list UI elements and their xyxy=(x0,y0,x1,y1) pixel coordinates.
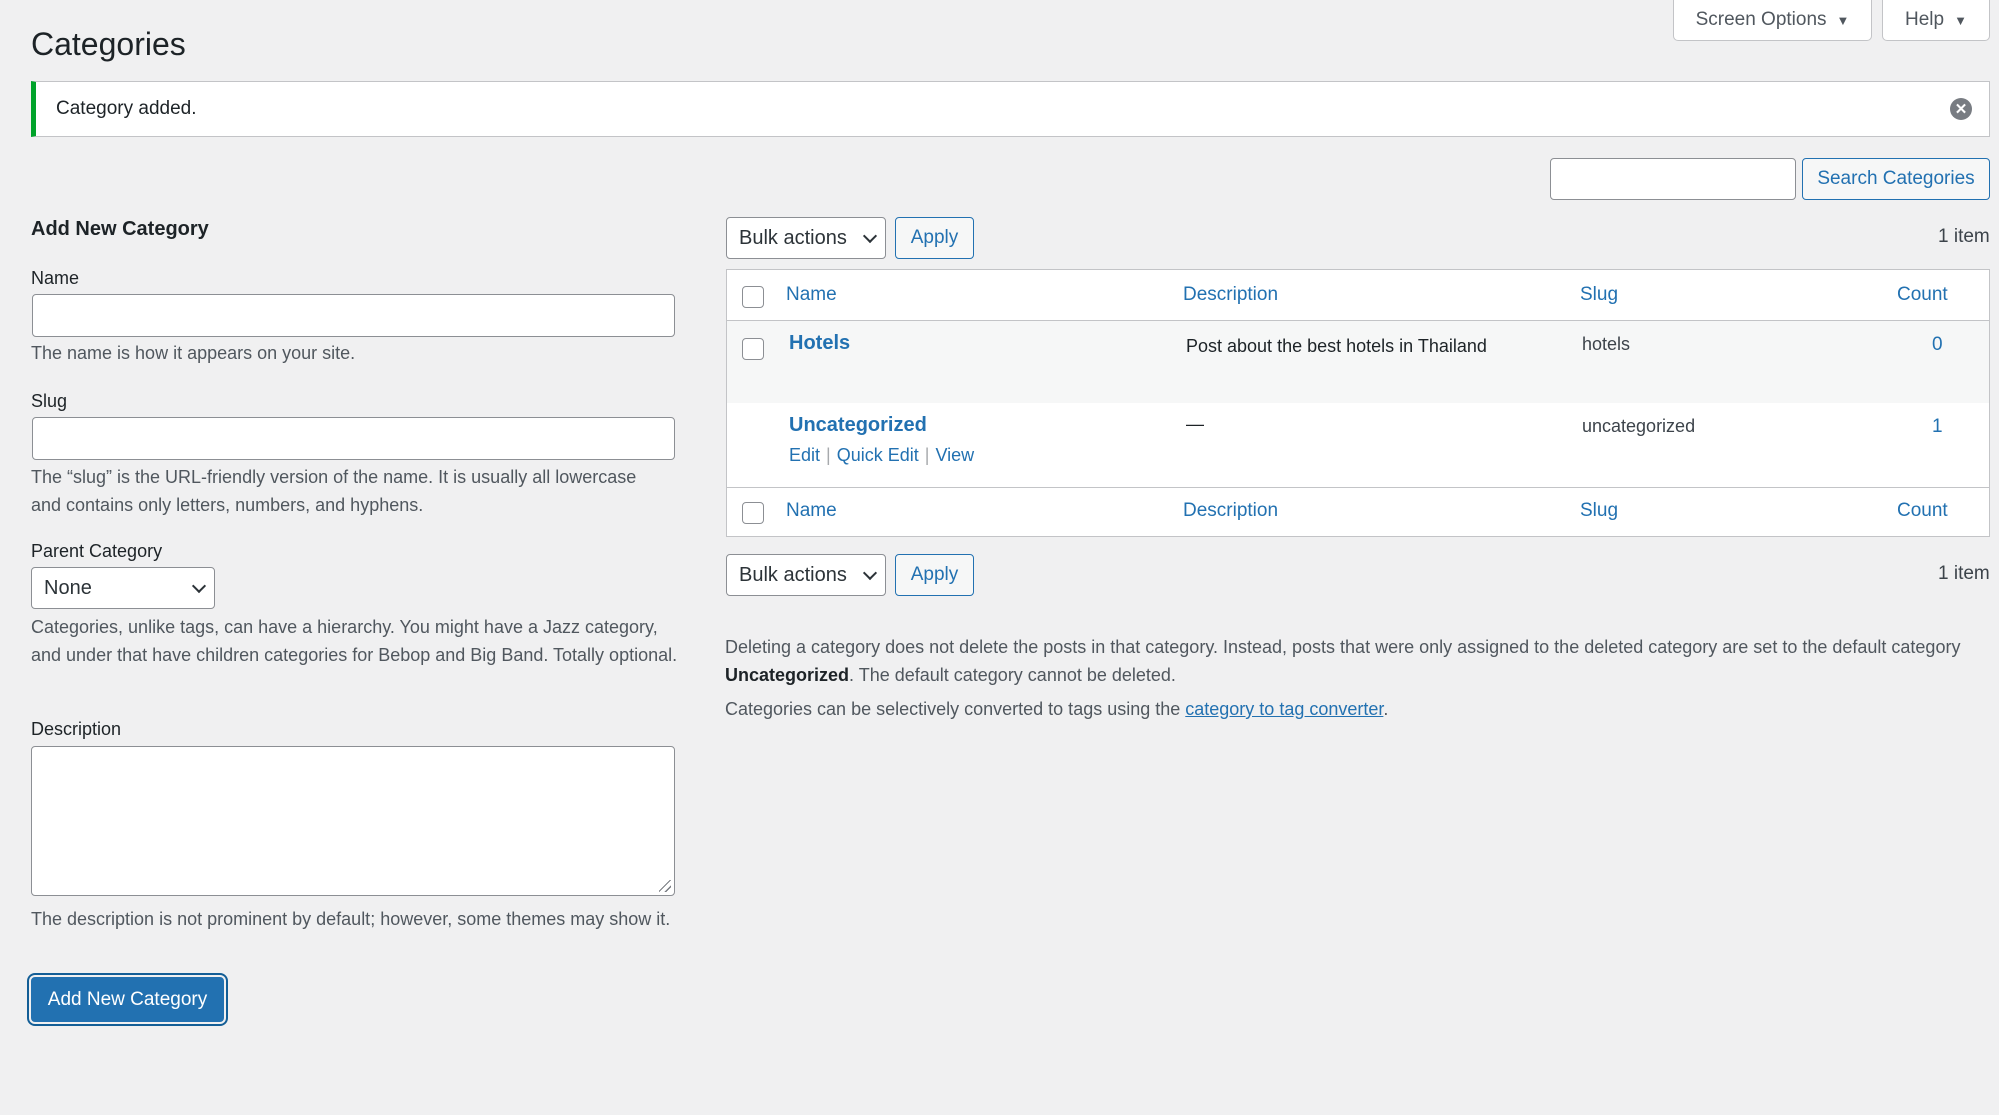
description-help: The description is not prominent by defa… xyxy=(31,909,671,929)
slug-label: Slug xyxy=(31,391,68,411)
category-slug: hotels xyxy=(1582,334,1631,354)
table-header-row: Name Description Slug Count xyxy=(727,270,1989,321)
table-row: Uncategorized Edit | Quick Edit | View —… xyxy=(727,403,1989,487)
add-new-category-button[interactable]: Add New Category xyxy=(31,977,224,1022)
apply-button-bottom[interactable]: Apply xyxy=(895,554,974,596)
chevron-down-icon xyxy=(862,228,878,244)
help-label: Help xyxy=(1905,9,1945,30)
chevron-down-icon xyxy=(191,578,207,594)
category-name-link[interactable]: Hotels xyxy=(789,332,850,355)
category-description: Post about the best hotels in Thailand xyxy=(1186,336,1487,356)
name-label: Name xyxy=(31,268,80,288)
default-category-name: Uncategorized xyxy=(725,665,850,685)
caret-down-icon: ▼ xyxy=(1954,12,1967,28)
notice-message: Category added. xyxy=(56,98,197,119)
select-all-checkbox[interactable] xyxy=(742,286,764,308)
description-textarea[interactable] xyxy=(31,746,675,896)
parent-category-value: None xyxy=(44,576,92,599)
delete-note-text-end: . The default category cannot be deleted… xyxy=(849,665,1176,685)
description-label: Description xyxy=(31,719,122,739)
category-count-link[interactable]: 1 xyxy=(1932,416,1943,438)
convert-note-text: Categories can be selectively converted … xyxy=(725,699,1186,719)
slug-help: The “slug” is the URL-friendly version o… xyxy=(31,467,637,515)
view-link[interactable]: View xyxy=(935,445,974,466)
search-input[interactable] xyxy=(1550,158,1796,200)
row-checkbox[interactable] xyxy=(742,338,764,360)
form-heading: Add New Category xyxy=(31,218,209,240)
item-count-top: 1 item xyxy=(1938,226,1990,247)
name-field[interactable] xyxy=(32,294,675,337)
convert-note: Categories can be selectively converted … xyxy=(725,695,1993,723)
bulk-actions-select-top[interactable]: Bulk actions xyxy=(726,217,886,259)
bulk-actions-value: Bulk actions xyxy=(739,563,847,586)
category-to-tag-converter-link[interactable]: category to tag converter xyxy=(1185,699,1383,719)
bulk-actions-value: Bulk actions xyxy=(739,226,847,249)
table-footer-row: Name Description Slug Count xyxy=(727,487,1989,537)
delete-note-text: Deleting a category does not delete the … xyxy=(725,637,1961,657)
categories-table: Name Description Slug Count Hotels Post … xyxy=(726,269,1990,537)
column-description: Description xyxy=(1183,284,1279,305)
screen-options-tab[interactable]: Screen Options ▼ xyxy=(1673,0,1872,41)
quick-edit-link[interactable]: Quick Edit xyxy=(837,445,919,466)
success-notice: Category added. ✕ xyxy=(31,81,1990,137)
column-slug[interactable]: Slug xyxy=(1580,284,1618,306)
dismiss-icon[interactable]: ✕ xyxy=(1950,98,1972,120)
bulk-actions-select-bottom[interactable]: Bulk actions xyxy=(726,554,886,596)
category-count-link[interactable]: 0 xyxy=(1932,334,1943,356)
column-count[interactable]: Count xyxy=(1897,284,1948,306)
column-count-footer[interactable]: Count xyxy=(1897,500,1948,522)
caret-down-icon: ▼ xyxy=(1836,12,1850,28)
resize-handle-icon[interactable] xyxy=(659,880,671,892)
convert-note-text-end: . xyxy=(1383,699,1389,719)
parent-category-help: Categories, unlike tags, can have a hier… xyxy=(31,617,678,665)
item-count-bottom: 1 item xyxy=(1938,563,1990,584)
parent-category-select[interactable]: None xyxy=(31,567,215,609)
table-row: Hotels Post about the best hotels in Tha… xyxy=(727,321,1989,403)
apply-button-top[interactable]: Apply xyxy=(895,217,974,259)
screen-options-label: Screen Options xyxy=(1695,9,1827,30)
row-actions: Edit | Quick Edit | View xyxy=(789,445,974,466)
name-help: The name is how it appears on your site. xyxy=(31,343,356,363)
category-description: — xyxy=(1186,414,1204,434)
column-name[interactable]: Name xyxy=(786,284,837,306)
separator: | xyxy=(826,445,831,465)
category-slug: uncategorized xyxy=(1582,416,1696,436)
help-tab[interactable]: Help ▼ xyxy=(1882,0,1990,41)
separator: | xyxy=(924,445,930,465)
parent-category-label: Parent Category xyxy=(31,541,163,561)
column-name-footer[interactable]: Name xyxy=(786,500,837,522)
select-all-checkbox-footer[interactable] xyxy=(742,502,764,524)
column-slug-footer[interactable]: Slug xyxy=(1580,500,1618,522)
column-description-footer: Description xyxy=(1183,500,1279,521)
search-categories-button[interactable]: Search Categories xyxy=(1802,158,1990,200)
page-title: Categories xyxy=(31,26,186,62)
category-name-link[interactable]: Uncategorized xyxy=(789,414,927,437)
delete-note: Deleting a category does not delete the … xyxy=(725,633,1993,689)
slug-field[interactable] xyxy=(32,417,675,460)
edit-link[interactable]: Edit xyxy=(789,445,820,466)
chevron-down-icon xyxy=(862,565,878,581)
